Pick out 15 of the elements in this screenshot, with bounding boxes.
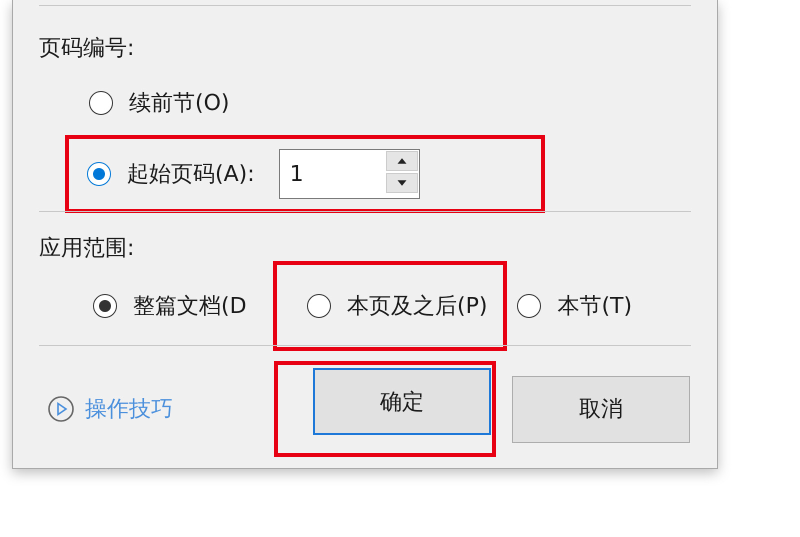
radio-button[interactable] <box>89 91 113 115</box>
dialog-button[interactable]: 取消 <box>512 376 690 442</box>
radio-label: 本节(T) <box>557 293 632 321</box>
radio-button[interactable] <box>87 162 111 186</box>
radio-label: 本页及之后(P) <box>347 293 488 321</box>
section-label: 页码编号: <box>39 35 136 63</box>
radio-button[interactable] <box>517 294 542 318</box>
radio-label: 整篇文档(D <box>133 293 247 321</box>
play-circle-icon <box>47 395 75 423</box>
radio-button[interactable] <box>307 294 331 318</box>
radio-button[interactable] <box>93 294 117 318</box>
radio-label: 续前节(O) <box>129 90 230 118</box>
section-label: 应用范围: <box>39 235 136 263</box>
radio-label: 起始页码(A): <box>127 161 255 189</box>
dialog-button[interactable]: 确定 <box>313 368 491 435</box>
